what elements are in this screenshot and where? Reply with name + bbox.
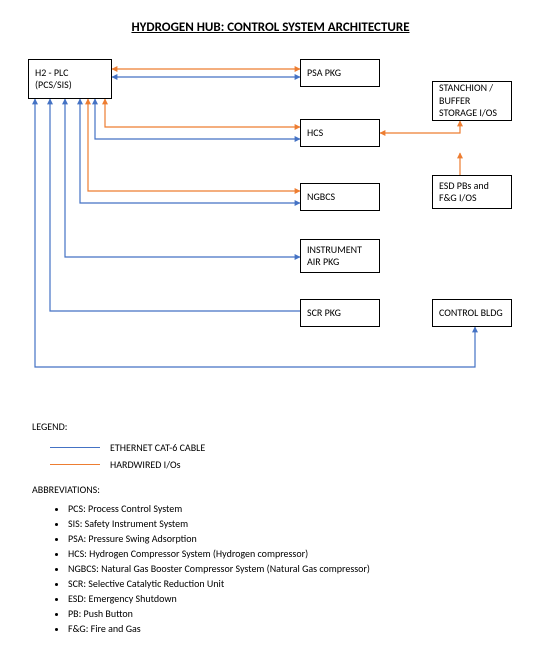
box-instrument-air: INSTRUMENT AIR PKG	[300, 239, 380, 273]
box-ngbcs-label: NGBCS	[307, 191, 373, 204]
abbr-item: F&G: Fire and Gas	[68, 622, 512, 635]
abbr-item: ESD: Emergency Shutdown	[68, 592, 512, 605]
legend-label-ethernet: ETHERNET CAT-6 CABLE	[110, 441, 205, 454]
box-h2-plc: H2 - PLC (PCS/SIS)	[28, 59, 112, 99]
diagram-canvas: H2 - PLC (PCS/SIS) PSA PKG HCS NGBCS INS…	[0, 47, 541, 407]
abbr-item: HCS: Hydrogen Compressor System (Hydroge…	[68, 547, 512, 560]
box-control-bldg: CONTROL BLDG	[432, 299, 512, 327]
box-ngbcs: NGBCS	[300, 183, 380, 211]
box-instrument-air-label: INSTRUMENT AIR PKG	[307, 244, 373, 269]
box-hcs-label: HCS	[307, 127, 373, 140]
abbr-item: NGBCS: Natural Gas Booster Compressor Sy…	[68, 562, 512, 575]
abbr-item: PB: Push Button	[68, 607, 512, 620]
legend-label-hardwired: HARDWIRED I/Os	[110, 458, 181, 471]
box-h2-plc-line2: (PCS/SIS)	[35, 79, 105, 92]
page-title: HYDROGEN HUB: CONTROL SYSTEM ARCHITECTUR…	[0, 0, 541, 47]
box-scr-label: SCR PKG	[307, 307, 373, 320]
abbr-item: PSA: Pressure Swing Adsorption	[68, 532, 512, 545]
box-psa-label: PSA PKG	[307, 67, 373, 80]
box-esd: ESD PBs and F&G I/OS	[432, 175, 512, 209]
abbreviations-heading: ABBREVIATIONS:	[32, 483, 512, 496]
legend-heading: LEGEND:	[32, 420, 512, 433]
box-scr: SCR PKG	[300, 299, 380, 327]
abbr-item: PCS: Process Control System	[68, 502, 512, 515]
box-psa: PSA PKG	[300, 59, 380, 87]
legend-section: LEGEND: ETHERNET CAT-6 CABLE HARDWIRED I…	[32, 420, 512, 637]
legend-swatch-orange	[50, 464, 100, 465]
legend-swatch-blue	[50, 447, 100, 448]
abbr-item: SIS: Safety Instrument System	[68, 517, 512, 530]
legend-item-hardwired: HARDWIRED I/Os	[50, 458, 512, 471]
box-stanchion: STANCHION / BUFFER STORAGE I/OS	[432, 81, 512, 121]
box-control-bldg-label: CONTROL BLDG	[439, 307, 505, 320]
abbreviations-list: PCS: Process Control System SIS: Safety …	[32, 502, 512, 635]
abbr-item: SCR: Selective Catalytic Reduction Unit	[68, 577, 512, 590]
legend-item-ethernet: ETHERNET CAT-6 CABLE	[50, 441, 512, 454]
box-stanchion-label: STANCHION / BUFFER STORAGE I/OS	[439, 82, 505, 120]
box-hcs: HCS	[300, 119, 380, 147]
box-esd-label: ESD PBs and F&G I/OS	[439, 180, 505, 205]
